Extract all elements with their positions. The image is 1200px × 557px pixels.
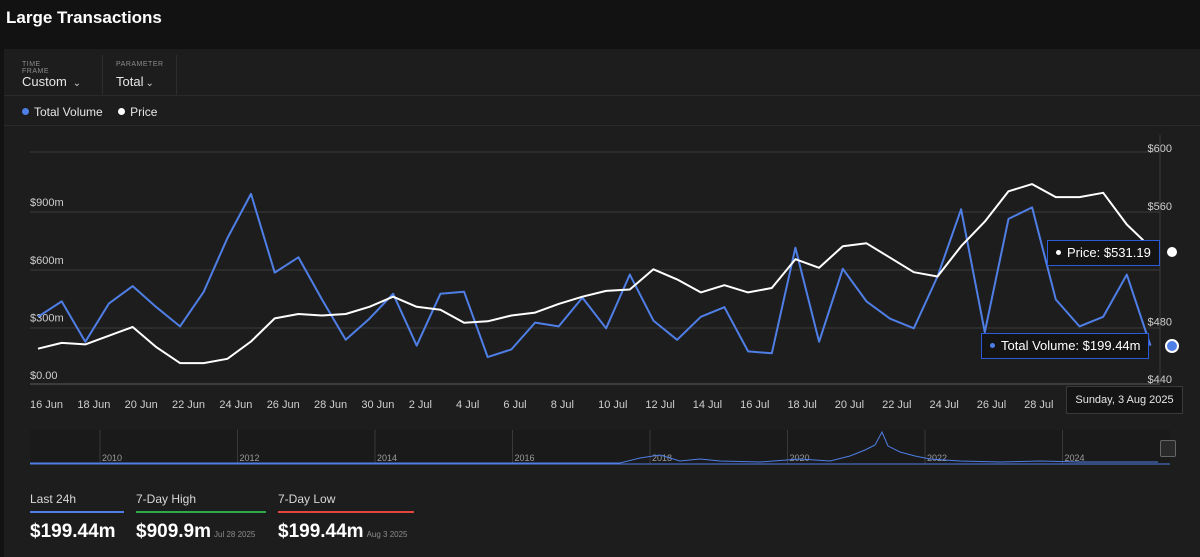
navigator-year-label: 2022 [927,453,947,463]
price-tooltip: Price: $531.19 [1047,240,1160,266]
x-tick-label: 16 Jun [30,399,63,411]
x-tick-label: 24 Jun [219,399,252,411]
x-tick-label: 28 Jul [1024,399,1053,411]
volume-tooltip-text: Total Volume: $199.44m [1001,338,1141,353]
navigator-year-label: 2012 [240,453,260,463]
x-tick-label: 20 Jun [125,399,158,411]
x-tick-label: 18 Jul [787,399,816,411]
x-tick-label: 16 Jul [740,399,769,411]
stat-label: 7-Day Low [278,492,336,506]
y-axis-left: $0.00 $300m $600m $900m [30,197,64,382]
x-tick-label: 6 Jul [503,399,526,411]
stat-value: $199.44m [30,521,116,542]
x-tick-label: 30 Jun [361,399,394,411]
x-tick-label: 12 Jul [645,399,674,411]
x-tick-label: 20 Jul [835,399,864,411]
volume-marker [1165,339,1179,353]
stat-date: Jul 28 2025 [214,530,256,539]
stat-7day-low: 7-Day Low $199.44m Aug 3 2025 [278,492,414,543]
stat-color-bar [30,511,124,513]
volume-tooltip: Total Volume: $199.44m [981,333,1150,359]
navigator-handle[interactable] [1160,440,1176,457]
x-tick-label: 14 Jul [693,399,722,411]
date-tooltip: Sunday, 3 Aug 2025 [1066,386,1183,414]
stat-color-bar [136,511,266,513]
x-axis: 16 Jun 18 Jun 20 Jun 22 Jun 24 Jun 26 Jun 28 J… [30,399,1078,411]
stat-date: Aug 3 2025 [366,530,408,539]
navigator-background [30,430,1170,464]
navigator-year-label: 2020 [790,453,810,463]
x-tick-label: 24 Jul [929,399,958,411]
navigator-year-label: 2016 [515,453,535,463]
x-tick-label: 8 Jul [551,399,574,411]
y-left-tick-label: $0.00 [30,370,58,382]
y-left-tick-label: $600m [30,255,64,267]
x-tick-label: 4 Jul [456,399,479,411]
x-tick-label: 18 Jun [77,399,110,411]
x-tick-label: 26 Jun [267,399,300,411]
x-tick-label: 22 Jul [882,399,911,411]
stat-value: $909.9m [136,521,212,542]
x-tick-label: 22 Jun [172,399,205,411]
y-left-tick-label: $300m [30,312,64,324]
x-tick-label: 2 Jul [409,399,432,411]
stat-7day-high: 7-Day High $909.9m Jul 28 2025 [136,492,266,543]
navigator-year-label: 2010 [102,453,122,463]
stat-label: 7-Day High [136,492,197,506]
stat-last-24h: Last 24h $199.44m [30,492,124,543]
chart-svg: $0.00$300m$600m$900m $440$480$560$600 16… [30,135,1179,465]
x-tick-label: 28 Jun [314,399,347,411]
range-navigator[interactable]: 2010 2012 2014 2016 2018 2020 2022 2024 [30,430,1170,465]
stat-color-bar [278,511,414,513]
x-tick-label: 26 Jul [977,399,1006,411]
series-dot-icon [990,343,995,348]
stat-value: $199.44m [278,521,364,542]
navigator-year-label: 2014 [377,453,397,463]
series-dot-icon [1056,250,1061,255]
stats-row: Last 24h $199.44m 7-Day High $909.9m Jul … [30,492,730,552]
y-left-tick-label: $900m [30,197,64,209]
price-marker [1165,245,1179,259]
stat-label: Last 24h [30,492,77,506]
price-tooltip-text: Price: $531.19 [1067,245,1151,260]
x-tick-label: 10 Jul [598,399,627,411]
